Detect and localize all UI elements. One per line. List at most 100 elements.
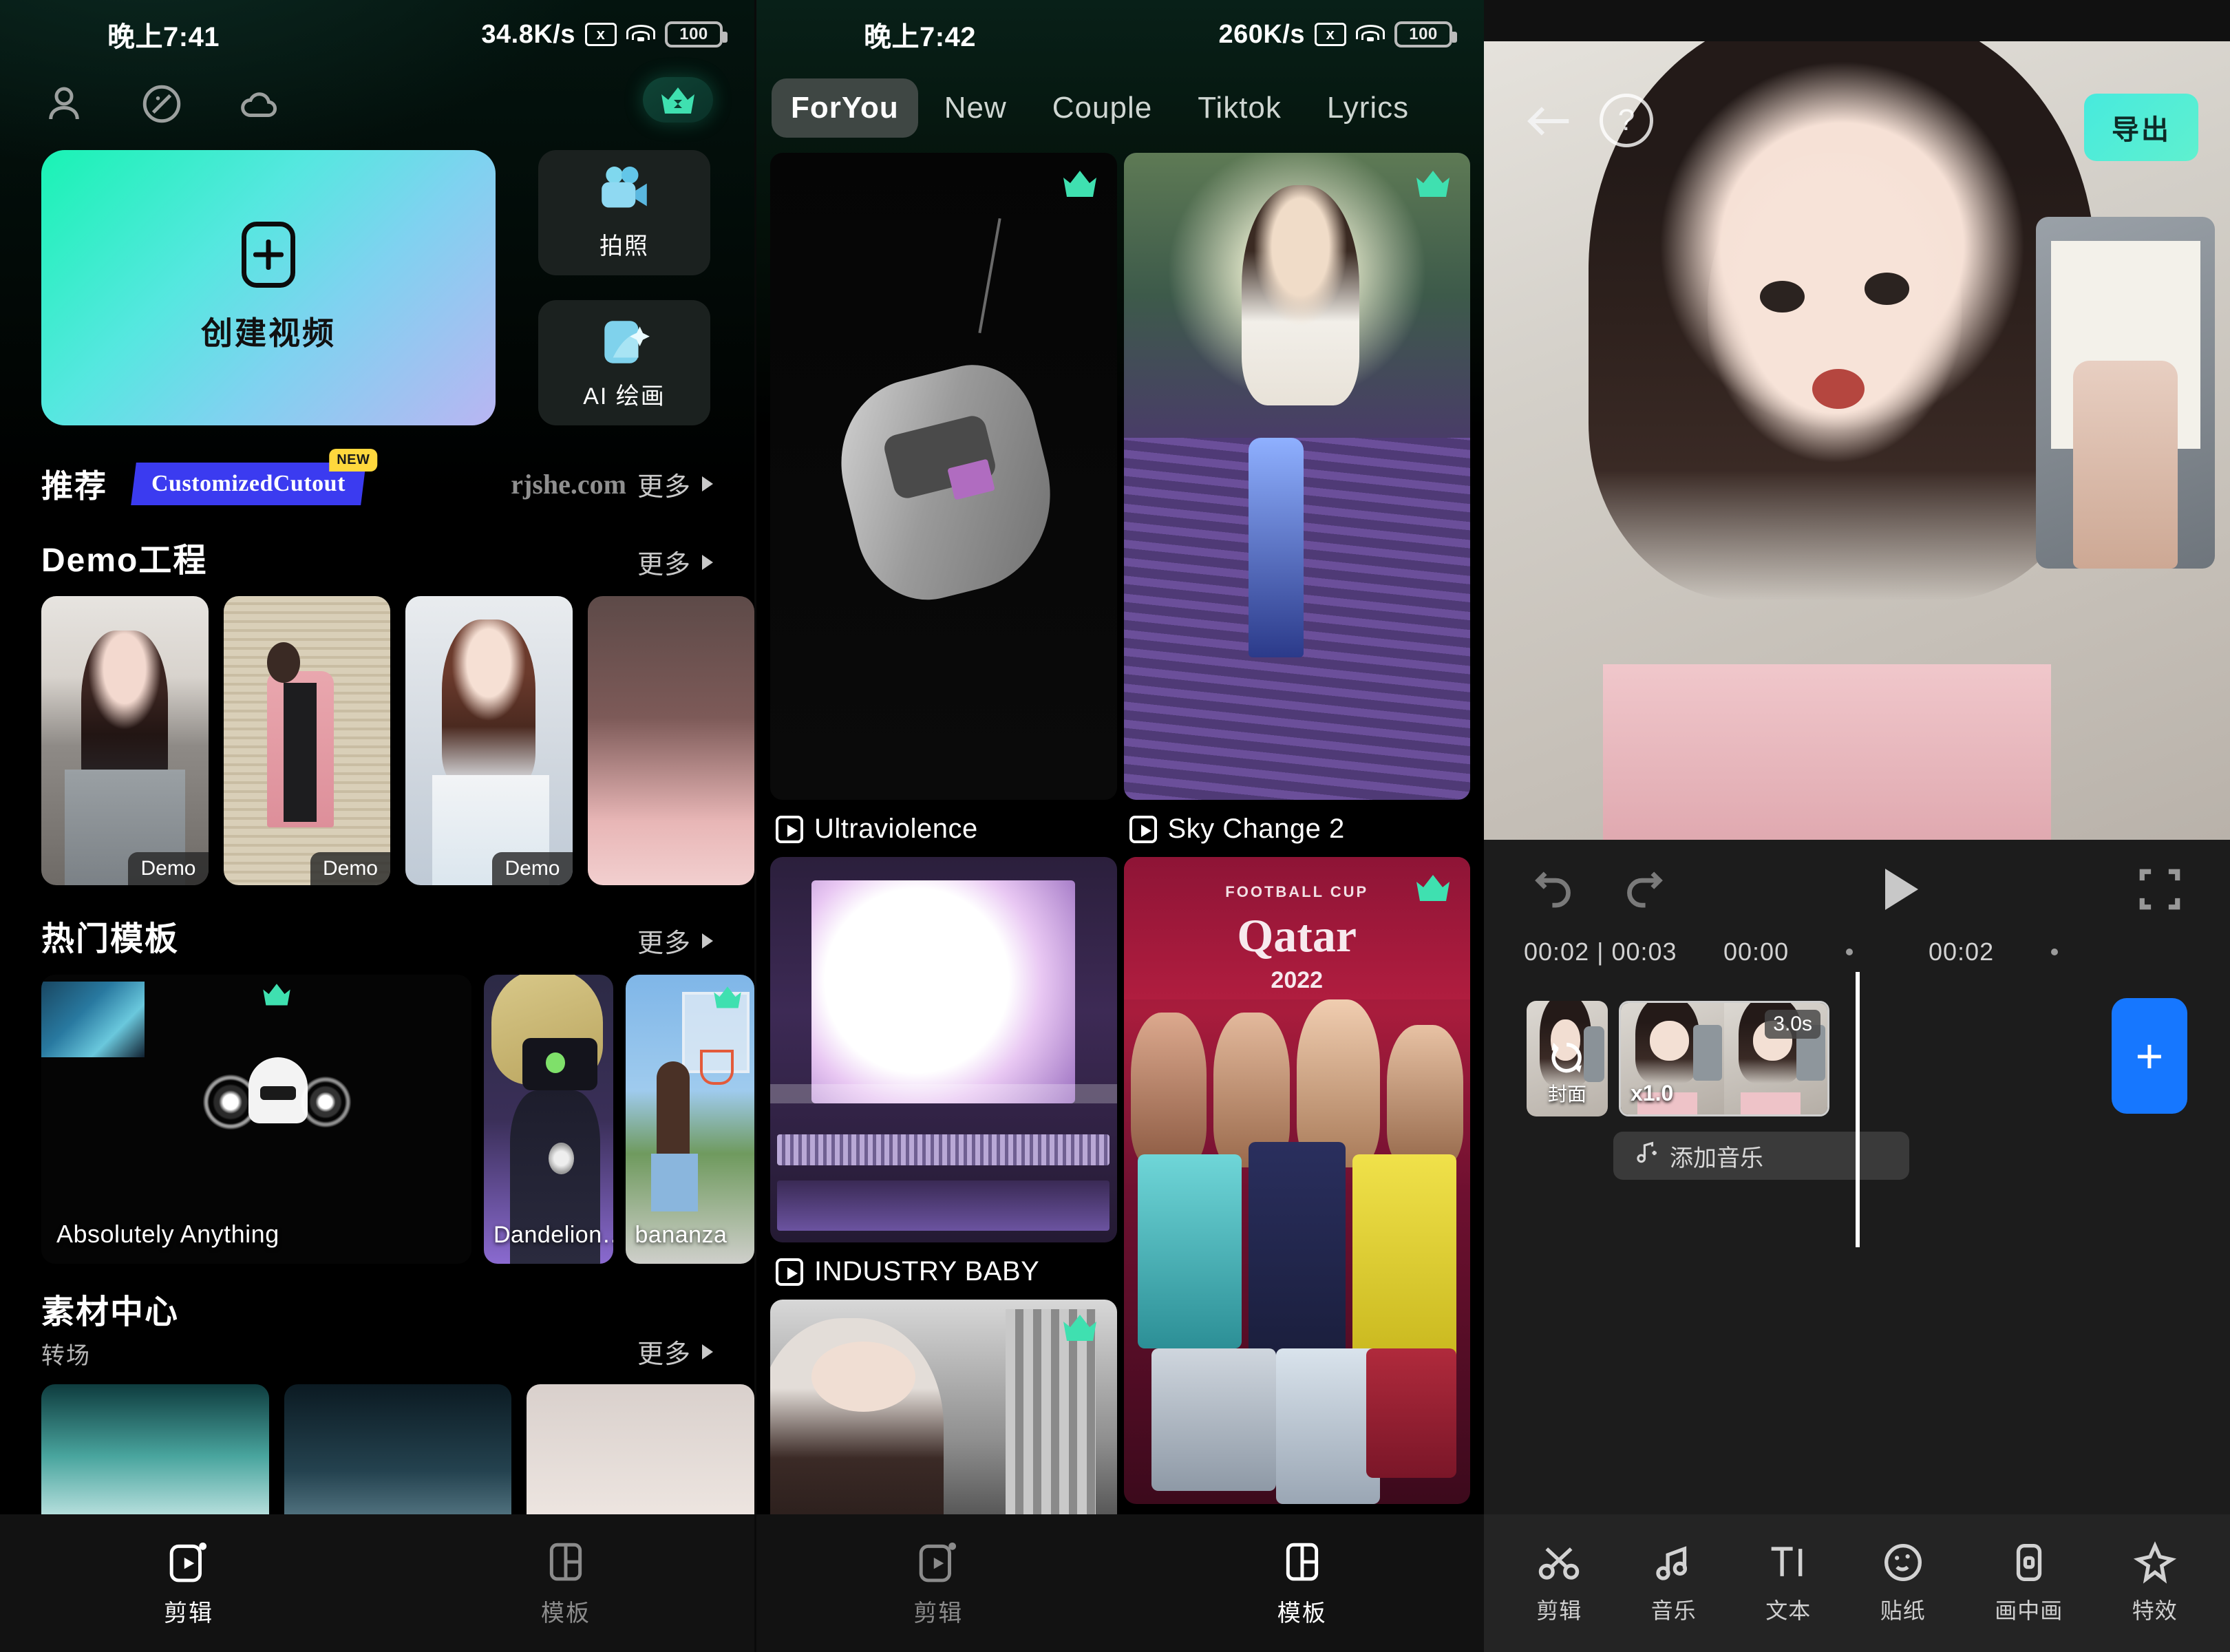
- timeline-area[interactable]: 封面 x1.0 3.0s + 添加音乐: [1484, 966, 2230, 1352]
- template-name: Dandelion…: [493, 1222, 613, 1248]
- template-card[interactable]: FOOTBALL CUP Qatar 2022: [1123, 857, 1470, 1504]
- playhead[interactable]: [1856, 972, 1860, 1247]
- material-card[interactable]: [284, 1384, 512, 1529]
- status-indicators: 260K/s x 100: [1218, 19, 1457, 50]
- hot-templates-header: 热门模板 更多: [0, 885, 754, 971]
- sidebar-item-template[interactable]: 模板: [377, 1539, 754, 1628]
- undo-icon[interactable]: [1529, 865, 1579, 914]
- person-icon[interactable]: [41, 81, 87, 127]
- home-top-icon-row: [0, 69, 754, 127]
- material-more-group[interactable]: 更多: [637, 1333, 713, 1370]
- tab-new[interactable]: New: [925, 78, 1026, 138]
- tool-text[interactable]: 文本: [1765, 1541, 1811, 1625]
- sidebar-item-edit[interactable]: 剪辑: [756, 1539, 1121, 1628]
- vip-crown-icon: [1414, 872, 1452, 902]
- template-card[interactable]: [770, 1300, 1117, 1534]
- material-card-row: [0, 1381, 754, 1529]
- demo-card[interactable]: [587, 596, 754, 885]
- tab-couple[interactable]: Couple: [1033, 78, 1171, 138]
- editor-status-strip: [1484, 0, 2230, 41]
- tab-tiktok[interactable]: Tiktok: [1178, 78, 1301, 138]
- pip-icon: [2008, 1541, 2050, 1584]
- template-card[interactable]: [1123, 153, 1470, 800]
- tool-pip[interactable]: 画中画: [1995, 1541, 2063, 1625]
- hot-templates-more-group[interactable]: 更多: [637, 922, 713, 960]
- material-card[interactable]: [41, 1384, 269, 1529]
- recommend-more-label: 更多: [637, 472, 691, 502]
- demo-tag: Demo: [128, 852, 209, 885]
- text-icon: [1767, 1541, 1809, 1584]
- demo-tag: Demo: [310, 852, 390, 885]
- back-arrow-icon[interactable]: [1524, 102, 1572, 140]
- sidebar-item-template[interactable]: 模板: [1121, 1539, 1485, 1628]
- tool-music[interactable]: 音乐: [1651, 1541, 1697, 1625]
- clip-icon: [917, 1539, 959, 1585]
- template-card[interactable]: Absolutely Anything: [41, 975, 471, 1264]
- tool-label: 音乐: [1650, 1598, 1697, 1623]
- camera-button[interactable]: 拍照: [538, 150, 710, 275]
- help-icon[interactable]: ?: [1600, 94, 1653, 147]
- compass-icon[interactable]: [139, 81, 184, 127]
- tool-clip[interactable]: 剪辑: [1536, 1541, 1582, 1625]
- cover-thumbnail[interactable]: 封面: [1527, 1001, 1608, 1116]
- play-icon: [776, 815, 803, 843]
- demo-thumbnail: [41, 596, 209, 885]
- template-card-label: INDUSTRY BABY: [770, 1242, 1117, 1300]
- tab-lyrics[interactable]: Lyrics: [1308, 78, 1428, 138]
- template-card-label: Ultraviolence: [770, 800, 1117, 857]
- customized-cutout-label: CustomizedCutout: [151, 471, 346, 496]
- sidebar-item-edit[interactable]: 剪辑: [0, 1539, 377, 1628]
- status-bar: 晚上7:41 34.8K/s x 100: [0, 0, 754, 69]
- clip-speed-label: x1.0: [1631, 1081, 1674, 1105]
- add-clip-button[interactable]: +: [2112, 998, 2187, 1114]
- ai-paint-button[interactable]: AI 绘画: [538, 300, 710, 425]
- chevron-right-icon: [702, 1344, 713, 1359]
- fullscreen-icon[interactable]: [2135, 865, 2185, 914]
- video-preview[interactable]: ? 导出: [1484, 41, 2230, 840]
- nav-label-template: 模板: [541, 1600, 591, 1627]
- add-music-button[interactable]: 添加音乐: [1613, 1132, 1909, 1180]
- demo-more-group[interactable]: 更多: [637, 543, 713, 581]
- panel-home-content: 晚上7:41 34.8K/s x 100 创建视频 拍照 AI 绘画 推荐 Cu…: [0, 0, 754, 1529]
- preview-subject-shirt: [1603, 664, 2051, 840]
- demo-card[interactable]: Demo: [405, 596, 573, 885]
- hot-templates-row: Absolutely Anything Dandelion… bananza: [0, 971, 754, 1264]
- new-tag: NEW: [328, 449, 378, 472]
- demo-section-header: Demo工程 更多: [0, 507, 754, 592]
- tick-label: 00:00: [1723, 938, 1790, 966]
- vip-crown-icon: [261, 982, 293, 1006]
- tool-effects[interactable]: 特效: [2132, 1541, 2178, 1625]
- vip-crown-icon: [712, 984, 743, 1009]
- video-clip[interactable]: x1.0 3.0s: [1619, 1001, 1829, 1116]
- vip-crown-icon: [1414, 168, 1452, 198]
- network-speed: 260K/s: [1218, 19, 1305, 49]
- demo-card[interactable]: Demo: [41, 596, 209, 885]
- watermark-text: rjshe.com: [511, 468, 626, 500]
- tab-foryou[interactable]: ForYou: [772, 78, 918, 138]
- panel-home: 晚上7:41 34.8K/s x 100 创建视频 拍照 AI 绘画 推荐 Cu…: [0, 0, 754, 1652]
- demo-card[interactable]: Demo: [223, 596, 390, 885]
- template-tabbar: ForYou New Couple Tiktok Lyrics: [756, 69, 1484, 138]
- recommend-more-group[interactable]: rjshe.com 更多: [511, 465, 713, 503]
- template-card[interactable]: bananza: [625, 975, 754, 1264]
- tick-label: 00:02: [1929, 938, 1995, 966]
- battery-icon: 100: [665, 21, 728, 47]
- clip-icon: [167, 1539, 210, 1585]
- template-card[interactable]: [770, 857, 1117, 1242]
- customized-cutout-badge[interactable]: CustomizedCutout NEW: [131, 449, 378, 505]
- play-icon[interactable]: [1885, 869, 1918, 910]
- tool-sticker[interactable]: 贴纸: [1880, 1541, 1926, 1625]
- demo-thumbnail: [223, 596, 390, 885]
- export-button[interactable]: 导出: [2084, 94, 2198, 161]
- template-card[interactable]: [770, 153, 1117, 800]
- add-music-label: 添加音乐: [1670, 1145, 1763, 1172]
- demo-card-row: Demo Demo Demo: [0, 592, 754, 885]
- vip-button[interactable]: [643, 77, 713, 123]
- material-card[interactable]: [527, 1384, 754, 1529]
- redo-icon[interactable]: [1619, 865, 1668, 914]
- cloud-icon[interactable]: [237, 81, 282, 127]
- recommend-row: 推荐 CustomizedCutout NEW rjshe.com 更多: [0, 425, 754, 507]
- tool-label: 画中画: [1995, 1598, 2063, 1623]
- template-card[interactable]: Dandelion…: [484, 975, 613, 1264]
- create-video-card[interactable]: 创建视频: [41, 150, 496, 425]
